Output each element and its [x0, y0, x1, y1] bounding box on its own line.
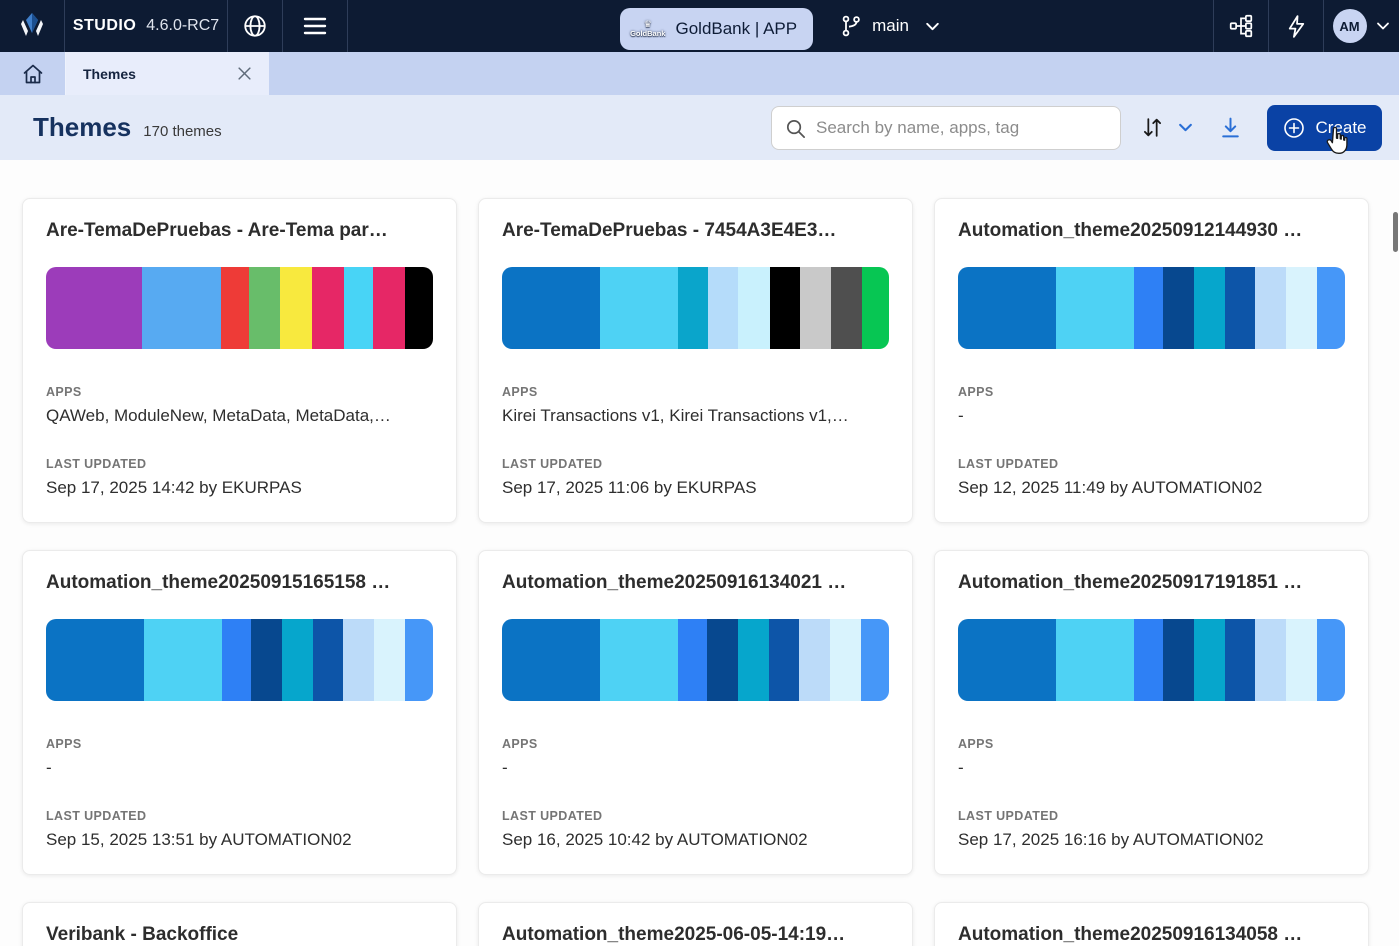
theme-card-title: Automation_theme20250916134058 …: [958, 923, 1345, 946]
theme-palette: [46, 267, 433, 349]
apps-value: -: [958, 757, 1345, 779]
create-button[interactable]: Create: [1267, 105, 1382, 151]
branch-selector[interactable]: main: [839, 14, 941, 38]
product-name: STUDIO 4.6.0-RC7: [65, 0, 228, 52]
theme-card-title: Automation_theme20250916134021 …: [502, 571, 889, 595]
theme-card-title: Automation_theme20250912144930 …: [958, 219, 1345, 243]
org-chart-icon: [1228, 13, 1254, 39]
tab-home[interactable]: [0, 52, 65, 95]
download-icon: [1218, 115, 1243, 140]
theme-card-title: Automation_theme2025-06-05-14:19…: [502, 923, 889, 946]
product-version: 4.6.0-RC7: [146, 17, 219, 35]
globe-icon: [242, 13, 268, 39]
goldbank-logo-icon: ♛ GoldBank: [630, 20, 665, 38]
hierarchy-button[interactable]: [1213, 0, 1268, 52]
last-updated-value: Sep 16, 2025 10:42 by AUTOMATION02: [502, 829, 889, 851]
theme-palette: [46, 619, 433, 701]
theme-card[interactable]: Are-TemaDePruebas - Are-Tema par… APPS Q…: [22, 198, 457, 523]
apps-value: -: [502, 757, 889, 779]
theme-palette: [502, 267, 889, 349]
plus-circle-icon: [1282, 116, 1306, 140]
apps-label: APPS: [46, 385, 433, 399]
home-icon: [21, 62, 45, 86]
apps-label: APPS: [46, 737, 433, 751]
theme-card-title: Veribank - Backoffice: [46, 923, 433, 946]
create-button-label: Create: [1315, 118, 1366, 138]
current-app-label: GoldBank | APP: [675, 19, 797, 39]
theme-card[interactable]: Are-TemaDePruebas - 7454A3E4E3… APPS Kir…: [478, 198, 913, 523]
last-updated-value: Sep 17, 2025 14:42 by EKURPAS: [46, 477, 433, 499]
app-logo[interactable]: [0, 0, 65, 52]
chevron-down-icon: [924, 18, 941, 35]
last-updated-value: Sep 12, 2025 11:49 by AUTOMATION02: [958, 477, 1345, 499]
last-updated-label: LAST UPDATED: [502, 457, 889, 471]
current-app-badge[interactable]: ♛ GoldBank GoldBank | APP: [620, 8, 813, 50]
menu-icon: [302, 15, 328, 37]
user-menu[interactable]: AM: [1323, 0, 1399, 52]
quick-actions-button[interactable]: [1268, 0, 1323, 52]
search-icon: [784, 117, 807, 140]
vertical-scrollbar[interactable]: [1393, 212, 1398, 252]
theme-card-title: Are-TemaDePruebas - 7454A3E4E3…: [502, 219, 889, 243]
theme-card-title: Are-TemaDePruebas - Are-Tema par…: [46, 219, 433, 243]
theme-card[interactable]: Automation_theme20250912144930 … APPS - …: [934, 198, 1369, 523]
last-updated-value: Sep 15, 2025 13:51 by AUTOMATION02: [46, 829, 433, 851]
tab-themes-label: Themes: [83, 66, 233, 82]
last-updated-label: LAST UPDATED: [46, 809, 433, 823]
theme-card[interactable]: Veribank - Backoffice: [22, 902, 457, 946]
tab-bar: Themes: [0, 52, 1399, 95]
product-label: STUDIO: [73, 17, 136, 35]
avatar: AM: [1333, 9, 1367, 43]
sort-options-button[interactable]: [1175, 117, 1196, 138]
chevron-down-icon: [1375, 18, 1391, 34]
theme-card[interactable]: Automation_theme20250915165158 … APPS - …: [22, 550, 457, 875]
theme-card-title: Automation_theme20250915165158 …: [46, 571, 433, 595]
language-button[interactable]: [228, 0, 283, 52]
tab-themes[interactable]: Themes: [65, 52, 269, 95]
last-updated-value: Sep 17, 2025 16:16 by AUTOMATION02: [958, 829, 1345, 851]
sort-icon: [1140, 115, 1165, 140]
theme-card[interactable]: Automation_theme2025-06-05-14:19…: [478, 902, 913, 946]
last-updated-label: LAST UPDATED: [502, 809, 889, 823]
app-logo-icon: [17, 11, 47, 41]
theme-card[interactable]: Automation_theme20250916134058 …: [934, 902, 1369, 946]
page-header: Themes 170 themes: [0, 95, 1399, 160]
apps-label: APPS: [958, 385, 1345, 399]
themes-count: 170 themes: [143, 123, 221, 140]
sort-button[interactable]: [1138, 113, 1167, 142]
lightning-icon: [1284, 14, 1309, 39]
last-updated-label: LAST UPDATED: [958, 809, 1345, 823]
apps-value: -: [958, 405, 1345, 427]
theme-card[interactable]: Automation_theme20250917191851 … APPS - …: [934, 550, 1369, 875]
top-bar: STUDIO 4.6.0-RC7 ♛ GoldBank GoldBank | A…: [0, 0, 1399, 52]
last-updated-label: LAST UPDATED: [46, 457, 433, 471]
search-input[interactable]: [771, 106, 1121, 150]
theme-palette: [958, 267, 1345, 349]
theme-palette: [958, 619, 1345, 701]
theme-palette: [502, 619, 889, 701]
main-menu-button[interactable]: [283, 0, 348, 52]
apps-label: APPS: [502, 385, 889, 399]
themes-grid: Are-TemaDePruebas - Are-Tema par… APPS Q…: [0, 160, 1399, 946]
branch-icon: [839, 14, 863, 38]
search-box: [771, 106, 1121, 150]
chevron-down-icon: [1177, 119, 1194, 136]
theme-card[interactable]: Automation_theme20250916134021 … APPS - …: [478, 550, 913, 875]
apps-value: QAWeb, ModuleNew, MetaData, MetaData,…: [46, 405, 433, 427]
last-updated-value: Sep 17, 2025 11:06 by EKURPAS: [502, 477, 889, 499]
download-button[interactable]: [1216, 113, 1245, 142]
page-title: Themes: [33, 112, 131, 143]
apps-value: Kirei Transactions v1, Kirei Transaction…: [502, 405, 889, 427]
apps-label: APPS: [958, 737, 1345, 751]
theme-card-title: Automation_theme20250917191851 …: [958, 571, 1345, 595]
apps-label: APPS: [502, 737, 889, 751]
branch-name: main: [872, 16, 909, 36]
apps-value: -: [46, 757, 433, 779]
last-updated-label: LAST UPDATED: [958, 457, 1345, 471]
close-icon[interactable]: [233, 63, 255, 85]
